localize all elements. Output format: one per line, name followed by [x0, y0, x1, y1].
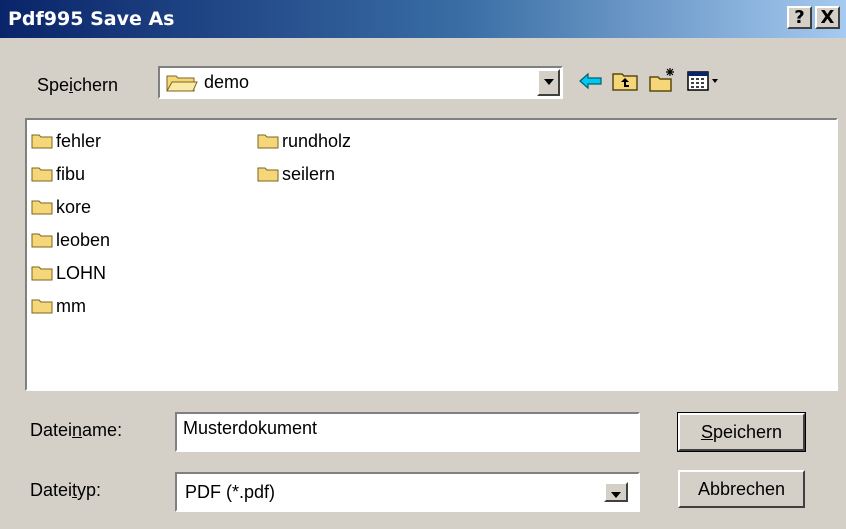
chevron-down-icon[interactable] [604, 482, 628, 502]
filetype-dropdown[interactable]: PDF (*.pdf) [175, 472, 640, 512]
file-list[interactable]: fehler fibu kore leoben LOHN mm rundholz [25, 118, 838, 391]
filename-label: Dateiname: [30, 420, 123, 440]
title-bar[interactable]: Pdf995 Save As ? X [0, 0, 846, 38]
filetype-value: PDF (*.pdf) [185, 482, 276, 502]
save-in-dropdown[interactable]: demo [158, 66, 563, 99]
cancel-button[interactable]: Abbrechen [678, 470, 805, 508]
new-folder-icon[interactable] [648, 66, 678, 96]
filename-input[interactable]: Musterdokument [175, 412, 640, 452]
list-item[interactable]: kore [31, 196, 91, 218]
list-item[interactable]: leoben [31, 229, 110, 251]
save-as-dialog: Pdf995 Save As ? X Speichern demo fehler [0, 0, 846, 529]
save-in-label: Speichern [37, 75, 119, 95]
list-item[interactable]: fehler [31, 130, 101, 152]
chevron-down-icon[interactable] [537, 69, 560, 96]
close-button[interactable]: X [815, 6, 840, 29]
open-folder-icon [166, 75, 198, 92]
list-item[interactable]: seilern [257, 163, 335, 185]
window-title: Pdf995 Save As [8, 8, 175, 30]
folder-icon [31, 233, 53, 248]
list-item[interactable]: LOHN [31, 262, 106, 284]
folder-icon [31, 299, 53, 314]
folder-icon [31, 200, 53, 215]
up-folder-icon[interactable] [610, 66, 640, 96]
list-item[interactable]: mm [31, 295, 86, 317]
folder-icon [257, 167, 279, 182]
back-arrow-icon[interactable] [576, 66, 606, 96]
list-item[interactable]: rundholz [257, 130, 351, 152]
save-in-value: demo [204, 72, 250, 92]
folder-icon [257, 134, 279, 149]
view-menu-icon[interactable] [685, 66, 725, 96]
list-item[interactable]: fibu [31, 163, 85, 185]
folder-icon [31, 134, 53, 149]
folder-icon [31, 266, 53, 281]
folder-icon [31, 167, 53, 182]
filetype-label: Dateityp: [30, 480, 102, 500]
help-button[interactable]: ? [787, 6, 812, 29]
save-button[interactable]: Speichern [677, 412, 806, 452]
